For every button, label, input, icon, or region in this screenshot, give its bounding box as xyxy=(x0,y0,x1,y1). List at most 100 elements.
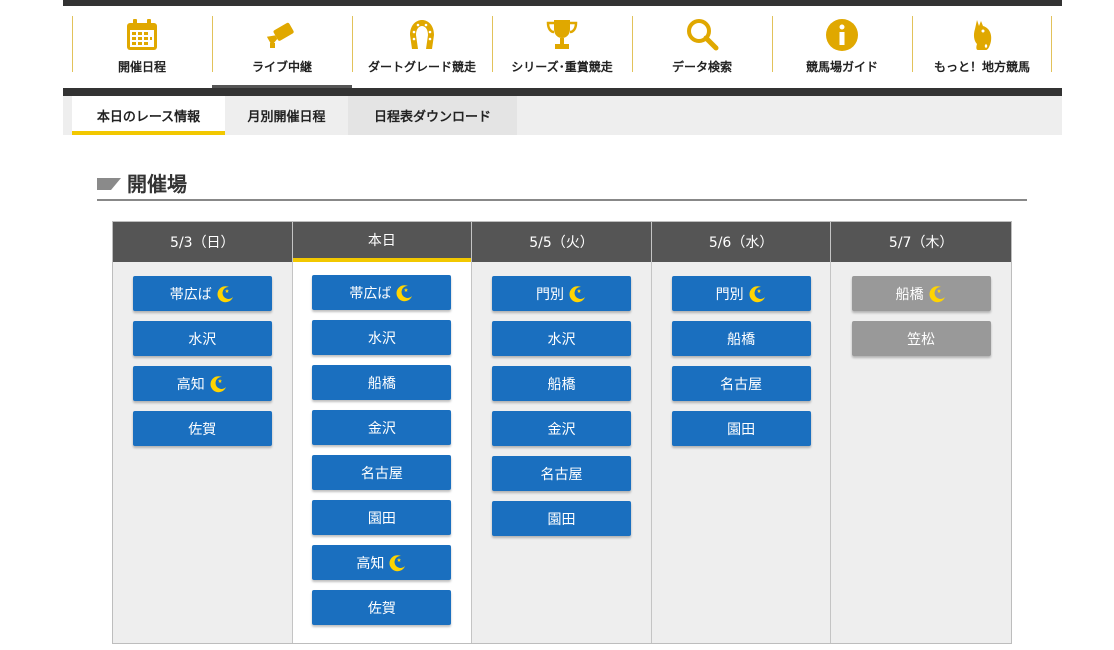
venue-button[interactable]: 門別 xyxy=(671,276,811,311)
venue-name: 園田 xyxy=(727,421,756,438)
calendar-icon xyxy=(122,16,162,54)
venue-button[interactable]: 笠松 xyxy=(851,321,991,356)
venue-button[interactable]: 佐賀 xyxy=(312,590,452,625)
horse-head-icon xyxy=(962,16,1002,54)
venue-name: 帯広ば xyxy=(349,285,392,302)
day-header: 本日 xyxy=(292,222,472,262)
nav-label: もっと！地方競馬 xyxy=(933,60,1030,74)
venue-name: 笠松 xyxy=(907,331,936,348)
venue-button[interactable]: 門別 xyxy=(491,276,631,311)
nav-item-live[interactable]: ライブ中継 xyxy=(212,6,352,88)
trophy-icon xyxy=(542,16,582,54)
venue-name: 金沢 xyxy=(547,421,576,438)
night-race-moon-icon xyxy=(569,285,587,303)
venue-button[interactable]: 佐賀 xyxy=(132,411,272,446)
nav-item-track-guide[interactable]: 競馬場ガイド xyxy=(772,6,912,88)
venue-name: 園田 xyxy=(547,511,576,528)
page-title: 開催場 xyxy=(127,172,187,196)
nav-divider-bar xyxy=(63,88,1062,96)
day-column: 5/6（水） 門別 船橋 名古屋 園田 xyxy=(651,222,832,643)
tab-monthly-schedule[interactable]: 月別開催日程 xyxy=(225,96,348,135)
venue-name: 水沢 xyxy=(188,331,217,348)
camera-icon xyxy=(262,16,302,54)
nav-label: ライブ中継 xyxy=(251,60,312,74)
venue-list: 門別水沢船橋金沢名古屋園田 xyxy=(472,262,651,546)
tab-schedule-download[interactable]: 日程表ダウンロード xyxy=(348,96,517,135)
venue-name: 名古屋 xyxy=(540,466,583,483)
venue-button[interactable]: 高知 xyxy=(312,545,452,580)
nav-item-data-search[interactable]: データ検索 xyxy=(632,6,772,88)
venue-list: 帯広ば水沢船橋金沢名古屋園田高知佐賀 xyxy=(293,262,472,635)
day-column: 5/3（日） 帯広ば 水沢 高知 佐賀 xyxy=(113,222,293,643)
night-race-moon-icon xyxy=(929,285,947,303)
venue-button[interactable]: 船橋 xyxy=(491,366,631,401)
day-column: 5/7（木） 船橋笠松 xyxy=(831,222,1011,643)
nav-item-schedule[interactable]: 開催日程 xyxy=(72,6,212,88)
night-race-moon-icon xyxy=(389,554,407,572)
venue-button[interactable]: 帯広ば xyxy=(312,275,452,310)
venue-list: 帯広ば水沢高知佐賀 xyxy=(113,262,292,456)
search-icon xyxy=(682,16,722,54)
venue-button[interactable]: 高知 xyxy=(132,366,272,401)
venue-name: 園田 xyxy=(367,510,396,527)
nav-item-more[interactable]: もっと！地方競馬 xyxy=(912,6,1052,88)
nav-label: 競馬場ガイド xyxy=(805,60,878,74)
night-race-moon-icon xyxy=(749,285,767,303)
day-header: 5/6（水） xyxy=(651,222,831,262)
horseshoe-icon xyxy=(402,16,442,54)
venue-name: 名古屋 xyxy=(720,376,763,393)
venue-button[interactable]: 帯広ば xyxy=(132,276,272,311)
venue-name: 水沢 xyxy=(367,330,396,347)
section-heading: 開催場 xyxy=(97,166,1027,201)
nav-item-dirt-grade[interactable]: ダートグレード競走 xyxy=(352,6,492,88)
nav-item-series[interactable]: シリーズ･重賞競走 xyxy=(492,6,632,88)
venue-name: 水沢 xyxy=(547,331,576,348)
nav-label: 開催日程 xyxy=(117,60,166,74)
venue-button[interactable]: 名古屋 xyxy=(491,456,631,491)
venue-button[interactable]: 船橋 xyxy=(671,321,811,356)
venue-name: 船橋 xyxy=(727,331,756,348)
venue-button[interactable]: 名古屋 xyxy=(312,455,452,490)
venue-name: 門別 xyxy=(535,286,564,303)
nav-label: シリーズ･重賞競走 xyxy=(511,60,613,74)
venue-name: 門別 xyxy=(715,286,744,303)
day-column: 本日帯広ば水沢船橋金沢名古屋園田高知佐賀 xyxy=(292,222,473,643)
venue-name: 船橋 xyxy=(367,375,396,392)
venue-name: 佐賀 xyxy=(188,421,217,438)
main-nav: 開催日程 ライブ中継 ダートグレード競走 シリーズ･重賞競走 データ検索 競馬場… xyxy=(63,6,1062,88)
night-race-moon-icon xyxy=(396,284,414,302)
nav-label: ダートグレード競走 xyxy=(367,60,476,74)
venue-button[interactable]: 園田 xyxy=(671,411,811,446)
heading-flag-icon xyxy=(97,177,121,190)
info-icon xyxy=(822,16,862,54)
night-race-moon-icon xyxy=(217,285,235,303)
venue-button[interactable]: 名古屋 xyxy=(671,366,811,401)
day-column: 5/5（火） 門別 水沢 船橋 金沢 名古屋 園田 xyxy=(472,222,652,643)
night-race-moon-icon xyxy=(210,375,228,393)
venue-button[interactable]: 水沢 xyxy=(312,320,452,355)
day-header: 5/5（火） xyxy=(472,222,651,262)
venue-button[interactable]: 金沢 xyxy=(312,410,452,445)
tab-today-race-info[interactable]: 本日のレース情報 xyxy=(72,96,225,135)
venue-name: 高知 xyxy=(356,555,385,572)
venue-button[interactable]: 園田 xyxy=(491,501,631,536)
day-header: 5/7（木） xyxy=(831,222,1011,262)
venue-name: 高知 xyxy=(176,376,205,393)
venue-name: 船橋 xyxy=(547,376,576,393)
venue-button[interactable]: 船橋 xyxy=(851,276,991,311)
venue-button[interactable]: 水沢 xyxy=(132,321,272,356)
venue-name: 佐賀 xyxy=(367,600,396,617)
venue-list: 門別船橋名古屋園田 xyxy=(652,262,831,456)
venue-name: 船橋 xyxy=(895,286,924,303)
venue-button[interactable]: 水沢 xyxy=(491,321,631,356)
venue-name: 名古屋 xyxy=(360,465,403,482)
venue-name: 金沢 xyxy=(367,420,396,437)
nav-label: データ検索 xyxy=(671,60,732,74)
venue-button[interactable]: 園田 xyxy=(312,500,452,535)
venue-name: 帯広ば xyxy=(169,286,212,303)
venue-button[interactable]: 金沢 xyxy=(491,411,631,446)
venue-button[interactable]: 船橋 xyxy=(312,365,452,400)
venue-schedule-grid: 5/3（日） 帯広ば 水沢 高知 佐賀 本日 帯広ば 水沢 船橋 金沢 名古屋 園田 高知 佐賀 5/5（火… xyxy=(112,221,1012,644)
day-header: 5/3（日） xyxy=(113,222,292,262)
sub-tabs: 本日のレース情報 月別開催日程 日程表ダウンロード xyxy=(63,96,1062,135)
